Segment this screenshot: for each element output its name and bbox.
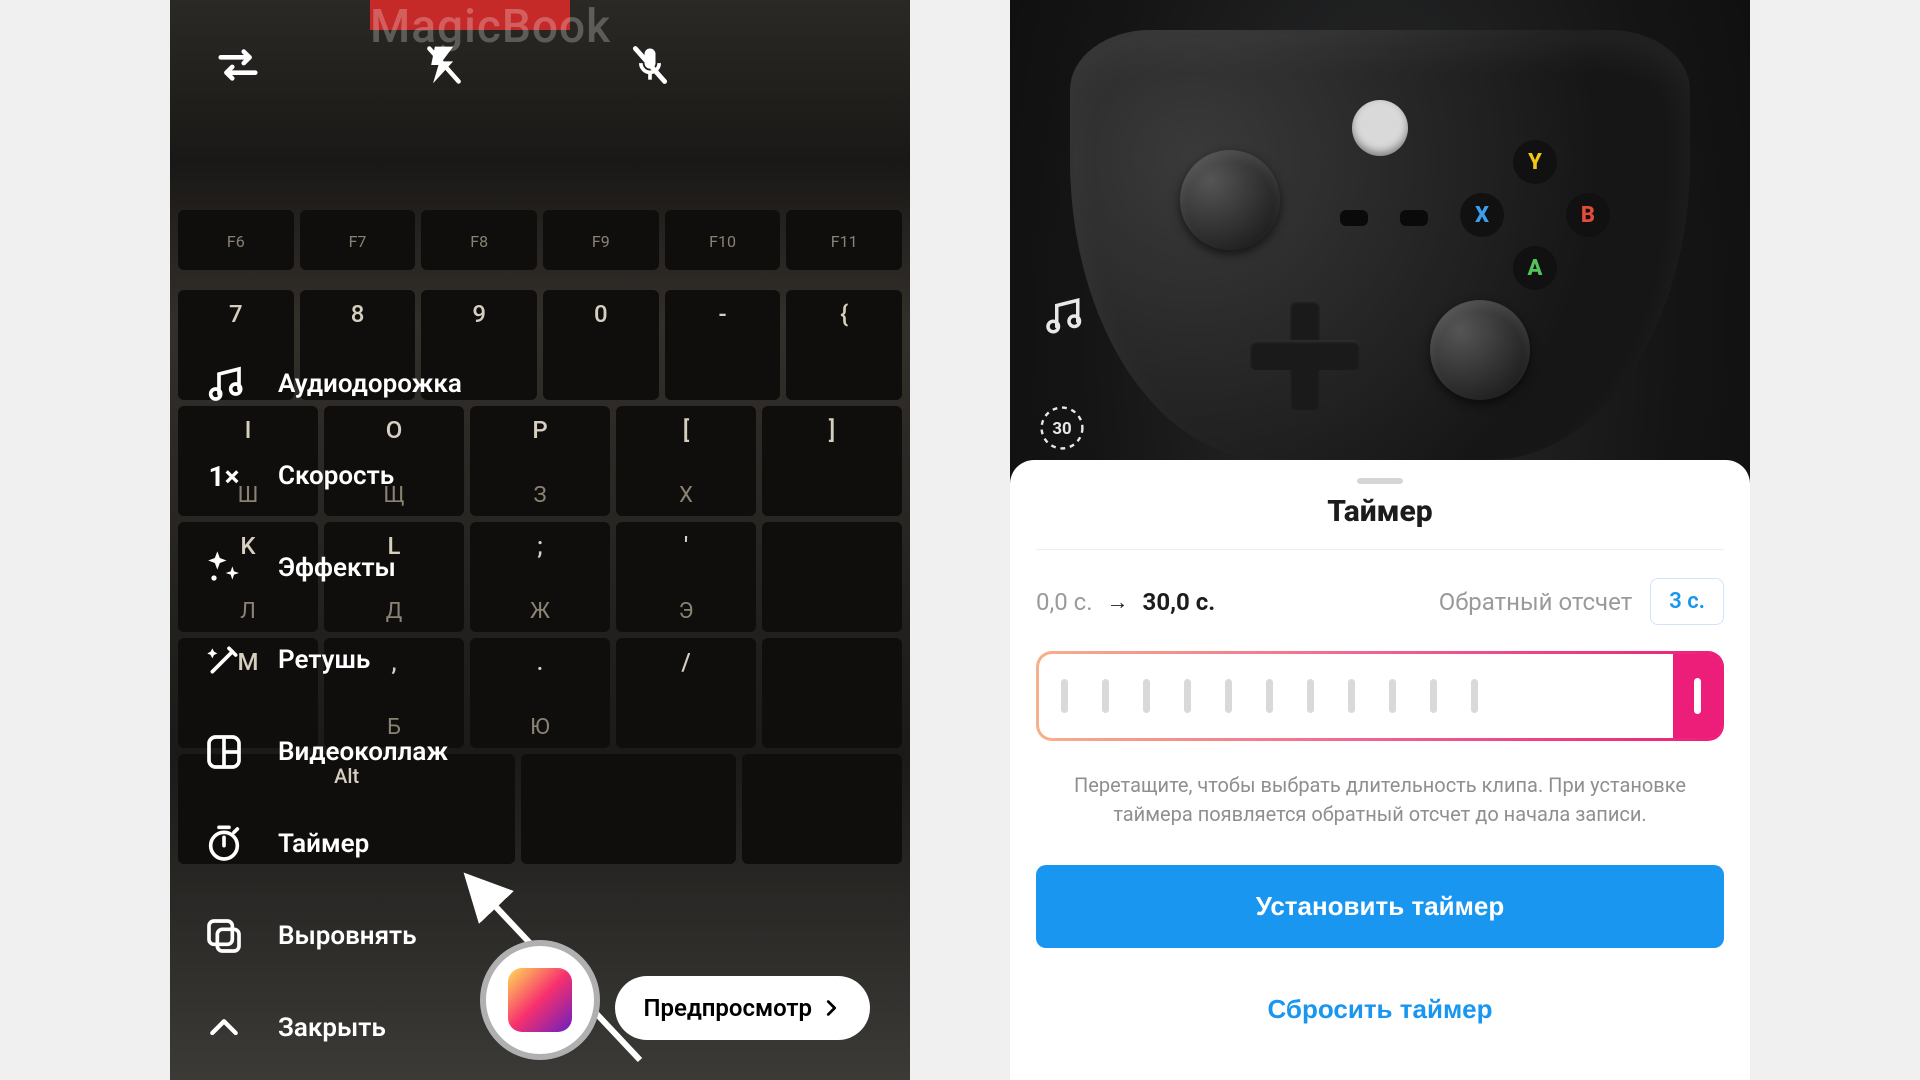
switch-camera-icon[interactable] bbox=[210, 37, 266, 93]
xbox-logo-icon bbox=[1352, 100, 1408, 156]
range-from: 0,0 с. bbox=[1036, 588, 1093, 616]
preview-label: Предпросмотр bbox=[643, 994, 812, 1022]
music-icon bbox=[200, 360, 248, 408]
reset-timer-button[interactable]: Сбросить таймер bbox=[1251, 978, 1508, 1041]
sheet-drag-handle[interactable] bbox=[1357, 478, 1403, 484]
sheet-title: Таймер bbox=[1036, 494, 1724, 550]
range-to: 30,0 с. bbox=[1143, 588, 1216, 616]
menu-item-timer[interactable]: Таймер bbox=[200, 820, 462, 868]
camera-screen: F6F7F8F9F10F11 78 90 -{ IШ OЩ PЗ [Х ] KЛ… bbox=[170, 0, 910, 1080]
bg-game-controller: Y X B A bbox=[1070, 30, 1690, 460]
set-timer-button[interactable]: Установить таймер bbox=[1036, 865, 1724, 948]
camera-top-toolbar bbox=[170, 30, 910, 100]
menu-item-retouch[interactable]: Ретушь bbox=[200, 636, 462, 684]
countdown-value-pill[interactable]: 3 с. bbox=[1650, 578, 1724, 625]
view-button-icon bbox=[1340, 210, 1368, 226]
menu-label: Эффекты bbox=[278, 553, 396, 583]
chevron-right-icon bbox=[820, 997, 842, 1019]
dpad-icon bbox=[1250, 300, 1360, 410]
reels-icon bbox=[508, 968, 572, 1032]
x-button-icon: X bbox=[1460, 193, 1504, 237]
svg-text:30: 30 bbox=[1052, 419, 1071, 439]
menu-button-icon bbox=[1400, 210, 1428, 226]
duration-slider[interactable] bbox=[1036, 651, 1724, 741]
menu-item-audio[interactable]: Аудиодорожка bbox=[200, 360, 462, 408]
mic-off-icon[interactable] bbox=[622, 37, 678, 93]
slider-thumb[interactable] bbox=[1673, 654, 1721, 738]
menu-label: Таймер bbox=[278, 829, 369, 859]
right-stick-icon bbox=[1430, 300, 1530, 400]
left-stick-icon bbox=[1180, 150, 1280, 250]
music-icon[interactable] bbox=[1036, 290, 1088, 342]
speed-icon: 1× bbox=[200, 452, 248, 500]
a-button-icon: A bbox=[1513, 246, 1557, 290]
sparkles-icon bbox=[200, 544, 248, 592]
menu-item-effects[interactable]: Эффекты bbox=[200, 544, 462, 592]
bg-keyboard-fn-row: F6F7F8F9F10F11 bbox=[170, 210, 910, 270]
preview-button[interactable]: Предпросмотр bbox=[615, 976, 870, 1040]
flash-off-icon[interactable] bbox=[416, 37, 472, 93]
magic-wand-icon bbox=[200, 636, 248, 684]
countdown-label: Обратный отсчет bbox=[1439, 588, 1633, 616]
menu-item-speed[interactable]: 1× Скорость bbox=[200, 452, 462, 500]
menu-label: Аудиодорожка bbox=[278, 369, 462, 399]
menu-item-collage[interactable]: Видеоколлаж bbox=[200, 728, 462, 776]
duration-30-icon[interactable]: 30 bbox=[1036, 402, 1088, 454]
timer-bottom-sheet: Таймер 0,0 с. → 30,0 с. Обратный отсчет … bbox=[1010, 460, 1750, 1080]
slider-hint: Перетащите, чтобы выбрать длительность к… bbox=[1036, 771, 1724, 829]
menu-label: Ретушь bbox=[278, 645, 370, 675]
timer-screen: Y X B A 30 Таймер 0,0 с. → 30,0 с. bbox=[1010, 0, 1750, 1080]
menu-label: Видеоколлаж bbox=[278, 737, 448, 767]
timer-icon bbox=[200, 820, 248, 868]
record-button[interactable] bbox=[480, 940, 600, 1060]
menu-label: Скорость bbox=[278, 461, 394, 491]
y-button-icon: Y bbox=[1513, 140, 1557, 184]
b-button-icon: B bbox=[1566, 193, 1610, 237]
arrow-right-icon: → bbox=[1107, 589, 1129, 615]
timer-range-row: 0,0 с. → 30,0 с. Обратный отсчет 3 с. bbox=[1036, 578, 1724, 625]
face-buttons: Y X B A bbox=[1460, 140, 1610, 290]
collage-icon bbox=[200, 728, 248, 776]
camera-side-icons: 30 bbox=[1036, 290, 1088, 454]
